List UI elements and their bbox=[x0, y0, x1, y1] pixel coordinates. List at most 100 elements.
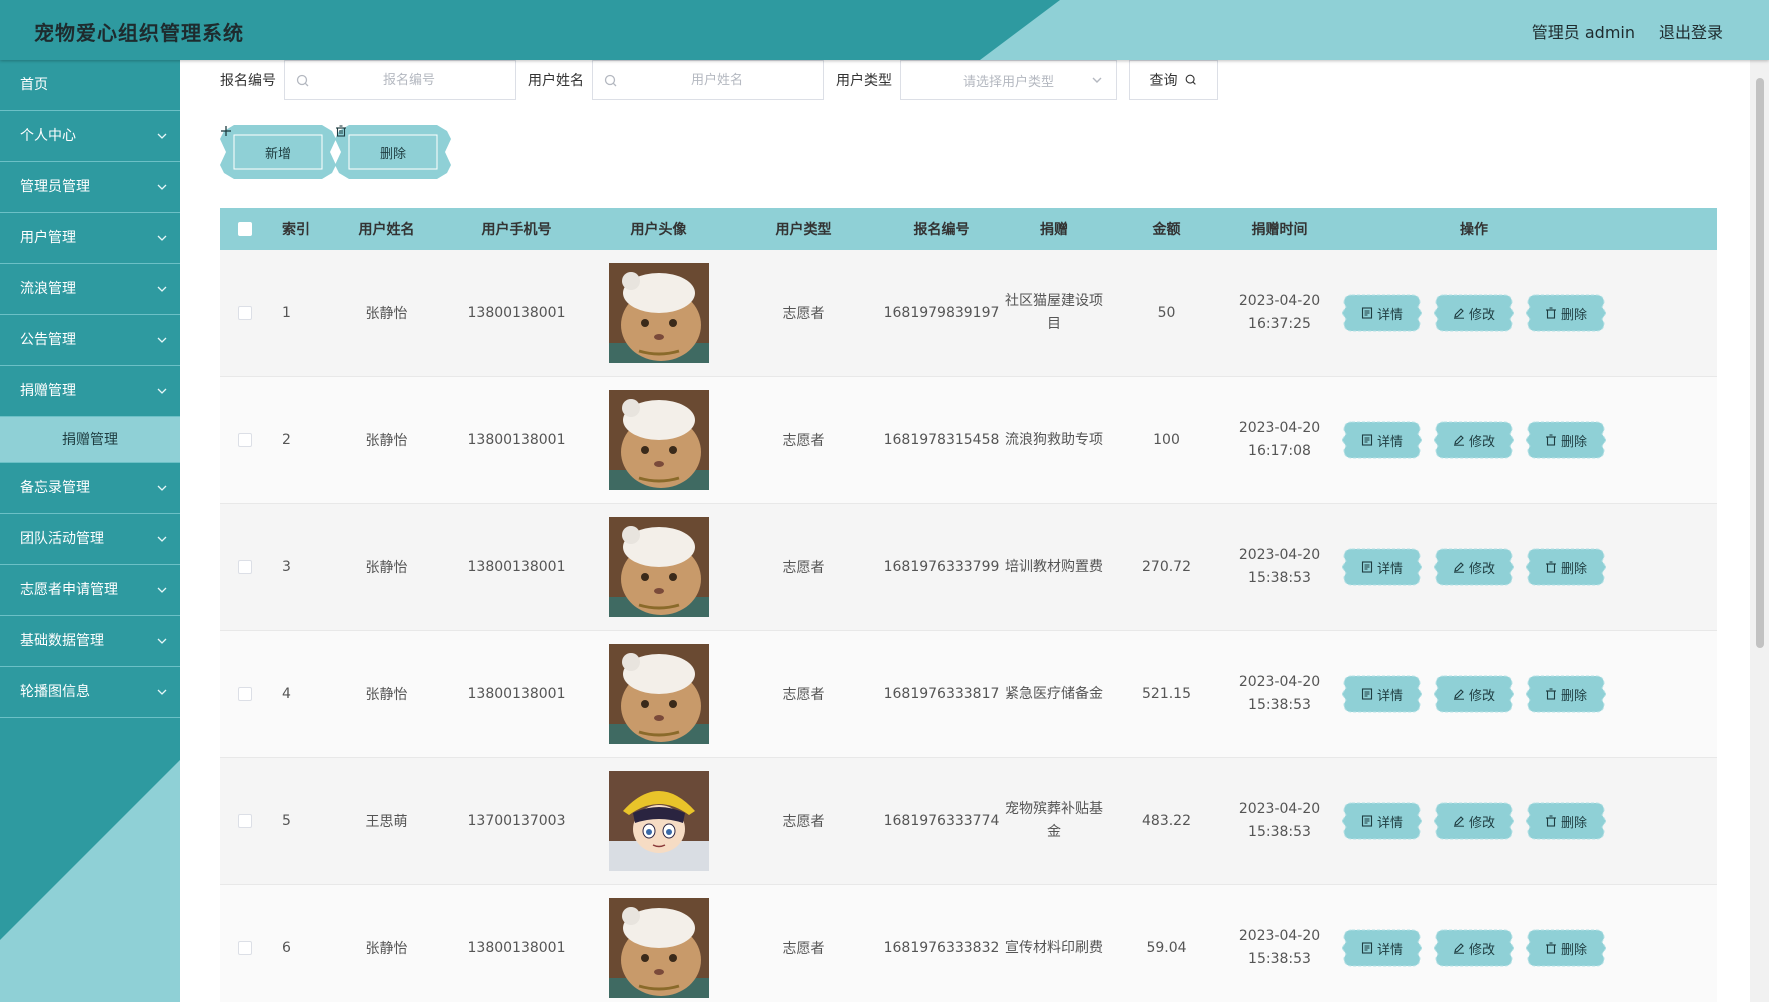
scrollbar-thumb[interactable] bbox=[1756, 78, 1764, 648]
sidebar-item-users[interactable]: 用户管理 bbox=[0, 213, 180, 264]
sidebar-item-profile[interactable]: 个人中心 bbox=[0, 111, 180, 162]
trash-icon bbox=[1545, 561, 1556, 573]
page-scrollbar[interactable] bbox=[1750, 60, 1769, 1002]
row-checkbox[interactable] bbox=[238, 433, 252, 447]
table-row: 3 张静怡 13800138001 志愿者 1681976333799 培训教材购置费 27… bbox=[220, 504, 1717, 631]
sidebar-item-stray[interactable]: 流浪管理 bbox=[0, 264, 180, 315]
detail-button[interactable]: 详情 bbox=[1342, 801, 1422, 841]
sidebar-subitem-donation[interactable]: 捐赠管理 bbox=[0, 417, 180, 463]
edit-button[interactable]: 修改 bbox=[1434, 674, 1514, 714]
op-button-content: 删除 bbox=[1526, 547, 1606, 587]
chevron-down-icon bbox=[157, 337, 167, 343]
name-search-field[interactable] bbox=[592, 60, 824, 100]
edit-icon bbox=[1453, 816, 1464, 827]
cell-code: 1681976333799 bbox=[883, 559, 1000, 575]
chevron-down-icon bbox=[157, 184, 167, 190]
row-checkbox[interactable] bbox=[238, 814, 252, 828]
type-filter-select[interactable]: 请选择用户类型 bbox=[900, 60, 1117, 100]
op-button-content: 删除 bbox=[1526, 420, 1606, 460]
op-button-content: 修改 bbox=[1434, 928, 1514, 968]
delete-button[interactable]: 删除 bbox=[1526, 801, 1606, 841]
cell-ops: 详情 修改 删除 bbox=[1331, 547, 1617, 587]
cell-name: 张静怡 bbox=[365, 433, 408, 449]
top-header: 宠物爱心组织管理系统 管理员 admin 退出登录 bbox=[0, 0, 1769, 60]
row-checkbox[interactable] bbox=[238, 560, 252, 574]
detail-button[interactable]: 详情 bbox=[1342, 420, 1422, 460]
sidebar-item-donation[interactable]: 捐赠管理 bbox=[0, 366, 180, 417]
op-button-label: 删除 bbox=[1560, 307, 1587, 323]
cell-ops: 详情 修改 删除 bbox=[1331, 928, 1617, 968]
edit-button[interactable]: 修改 bbox=[1434, 293, 1514, 333]
chevron-down-icon bbox=[157, 388, 167, 394]
table-row: 5 王思萌 13700137003 志愿者 1681976333774 宠物殡葬补贴基金 4… bbox=[220, 758, 1717, 885]
sidebar-item-label: 个人中心 bbox=[20, 128, 76, 144]
detail-button[interactable]: 详情 bbox=[1342, 547, 1422, 587]
delete-button[interactable]: 删除 bbox=[1526, 674, 1606, 714]
op-button-content: 删除 bbox=[1526, 293, 1606, 333]
op-button-label: 修改 bbox=[1468, 815, 1495, 831]
sidebar-item-volunteer-apply[interactable]: 志愿者申请管理 bbox=[0, 565, 180, 616]
sidebar-item-team-activity[interactable]: 团队活动管理 bbox=[0, 514, 180, 565]
delete-button[interactable]: 删除 bbox=[1526, 547, 1606, 587]
op-button-content: 详情 bbox=[1342, 801, 1422, 841]
chevron-down-icon bbox=[157, 485, 167, 491]
op-button-label: 详情 bbox=[1376, 434, 1403, 450]
detail-button[interactable]: 详情 bbox=[1342, 928, 1422, 968]
sidebar-item-label: 备忘录管理 bbox=[20, 480, 90, 496]
cell-index: 1 bbox=[282, 305, 291, 321]
op-button-label: 删除 bbox=[1560, 688, 1587, 704]
search-icon bbox=[604, 74, 617, 87]
edit-button[interactable]: 修改 bbox=[1434, 801, 1514, 841]
code-search-field[interactable] bbox=[284, 60, 516, 100]
sidebar-item-base-data[interactable]: 基础数据管理 bbox=[0, 616, 180, 667]
logout-link[interactable]: 退出登录 bbox=[1659, 19, 1723, 43]
delete-button[interactable]: 删除 bbox=[1526, 928, 1606, 968]
code-search-input[interactable] bbox=[285, 61, 515, 99]
delete-button[interactable]: 删除 bbox=[1526, 420, 1606, 460]
sidebar-item-notice[interactable]: 公告管理 bbox=[0, 315, 180, 366]
delete-button[interactable]: 删除 bbox=[1526, 293, 1606, 333]
search-bar: 报名编号 用户姓名 用户类型 请选择用户类型 查询 bbox=[220, 60, 1218, 100]
cell-phone: 13700137003 bbox=[467, 813, 566, 829]
cell-amount: 100 bbox=[1153, 432, 1180, 448]
add-button-label: 新增 bbox=[264, 146, 291, 162]
trash-icon bbox=[1545, 434, 1556, 446]
detail-button[interactable]: 详情 bbox=[1342, 293, 1422, 333]
trash-icon bbox=[1545, 688, 1556, 700]
sidebar-item-carousel[interactable]: 轮播图信息 bbox=[0, 667, 180, 718]
header-type: 用户类型 bbox=[775, 222, 832, 238]
cell-type: 志愿者 bbox=[782, 687, 825, 703]
query-button[interactable]: 查询 bbox=[1129, 60, 1218, 100]
edit-button[interactable]: 修改 bbox=[1434, 928, 1514, 968]
header-time: 捐赠时间 bbox=[1251, 222, 1308, 238]
sidebar-item-label: 团队活动管理 bbox=[20, 531, 104, 547]
cell-name: 张静怡 bbox=[365, 941, 408, 957]
cell-name: 张静怡 bbox=[365, 687, 408, 703]
cell-type: 志愿者 bbox=[782, 560, 825, 576]
edit-icon bbox=[1453, 562, 1464, 573]
sidebar-item-home[interactable]: 首页 bbox=[0, 60, 180, 111]
avatar bbox=[608, 517, 709, 617]
detail-button[interactable]: 详情 bbox=[1342, 674, 1422, 714]
add-button[interactable]: 新增 bbox=[220, 125, 336, 179]
document-icon bbox=[1361, 561, 1373, 573]
edit-button[interactable]: 修改 bbox=[1434, 547, 1514, 587]
chevron-down-icon bbox=[157, 638, 167, 644]
select-all-checkbox[interactable] bbox=[238, 222, 252, 236]
trash-icon bbox=[336, 125, 346, 137]
document-icon bbox=[1361, 815, 1373, 827]
sidebar-item-admin[interactable]: 管理员管理 bbox=[0, 162, 180, 213]
header-index: 索引 bbox=[282, 222, 310, 238]
row-checkbox[interactable] bbox=[238, 687, 252, 701]
name-search-input[interactable] bbox=[593, 61, 823, 99]
cell-time: 2023-04-20 15:38:53 bbox=[1238, 801, 1321, 840]
batch-delete-button[interactable]: 删除 bbox=[335, 125, 451, 179]
sidebar-item-memo[interactable]: 备忘录管理 bbox=[0, 463, 180, 514]
edit-button[interactable]: 修改 bbox=[1434, 420, 1514, 460]
trash-icon bbox=[1545, 942, 1556, 954]
op-button-label: 删除 bbox=[1560, 942, 1587, 958]
row-checkbox[interactable] bbox=[238, 941, 252, 955]
row-checkbox[interactable] bbox=[238, 306, 252, 320]
cell-amount: 59.04 bbox=[1146, 940, 1187, 956]
op-button-content: 删除 bbox=[1526, 801, 1606, 841]
